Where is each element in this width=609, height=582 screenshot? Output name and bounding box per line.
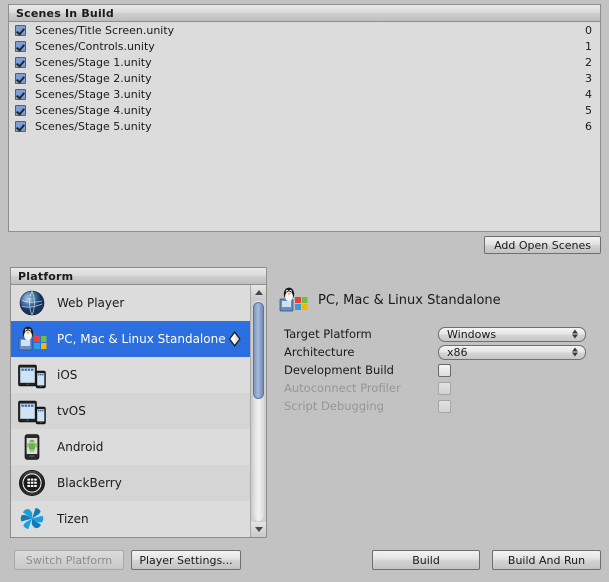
setting-label: Script Debugging [284, 399, 384, 413]
scene-index-label: 6 [585, 119, 592, 133]
autoconnect-profiler-checkbox [438, 381, 451, 395]
android-icon [17, 432, 47, 462]
platform-label: BlackBerry [57, 476, 122, 490]
architecture-dropdown[interactable]: x86 [438, 344, 586, 360]
tizen-icon [17, 504, 47, 534]
platform-row-android[interactable]: Android [11, 429, 250, 465]
platform-header: Platform [11, 268, 266, 285]
scene-path-label: Scenes/Controls.unity [35, 39, 155, 53]
scene-path-label: Scenes/Stage 1.unity [35, 55, 152, 69]
scene-row[interactable]: Scenes/Title Screen.unity 0 [9, 22, 600, 38]
platform-panel: Platform Web Player PC, Mac & Linux Stan… [10, 267, 267, 538]
setting-row: Target Platform Windows [278, 325, 603, 343]
settings-field-list: Target Platform Windows Architecture x86 Dev… [278, 325, 603, 415]
add-open-scenes-button[interactable]: Add Open Scenes [484, 236, 601, 254]
scene-index-label: 4 [585, 87, 592, 101]
setting-label: Autoconnect Profiler [284, 381, 401, 395]
scenes-in-build-header: Scenes In Build [9, 5, 600, 22]
setting-label: Architecture [284, 345, 355, 359]
dropdown-value: x86 [447, 345, 468, 359]
scene-index-label: 0 [585, 23, 592, 37]
build-and-run-button[interactable]: Build And Run [492, 550, 601, 570]
scenes-in-build-panel: Scenes In Build Scenes/Title Screen.unit… [8, 4, 601, 232]
chevron-updown-icon [572, 329, 578, 339]
scene-path-label: Scenes/Stage 2.unity [35, 71, 152, 85]
setting-label: Development Build [284, 363, 394, 377]
scene-path-label: Scenes/Title Screen.unity [35, 23, 175, 37]
platform-label: Android [57, 440, 104, 454]
scene-row[interactable]: Scenes/Stage 2.unity 3 [9, 70, 600, 86]
setting-label: Target Platform [284, 327, 372, 341]
settings-title-label: PC, Mac & Linux Standalone [318, 292, 501, 308]
platform-row-web-player[interactable]: Web Player [11, 285, 250, 321]
scene-path-label: Scenes/Stage 3.unity [35, 87, 152, 101]
platform-label: Tizen [57, 512, 89, 526]
scene-list[interactable]: Scenes/Title Screen.unity 0 Scenes/Control… [9, 22, 600, 231]
setting-row: Development Build [278, 361, 603, 379]
development-build-checkbox[interactable] [438, 363, 451, 377]
scene-enabled-checkbox[interactable] [15, 72, 26, 84]
script-debugging-checkbox [438, 399, 451, 413]
scene-row[interactable]: Scenes/Stage 1.unity 2 [9, 54, 600, 70]
scene-enabled-checkbox[interactable] [15, 56, 26, 68]
build-button[interactable]: Build [372, 550, 480, 570]
scrollbar-thumb[interactable] [253, 302, 264, 399]
platform-row-ios[interactable]: iOS [11, 357, 250, 393]
target-platform-dropdown[interactable]: Windows [438, 326, 586, 342]
scene-enabled-checkbox[interactable] [15, 104, 26, 116]
scene-path-label: Scenes/Stage 5.unity [35, 119, 152, 133]
scene-index-label: 5 [585, 103, 592, 117]
switch-platform-button[interactable]: Switch Platform [14, 550, 124, 570]
dropdown-value: Windows [447, 327, 497, 341]
standalone-icon [17, 324, 47, 354]
unity-active-platform-icon [225, 330, 244, 349]
scene-enabled-checkbox[interactable] [15, 120, 26, 132]
tvos-icon [17, 396, 47, 426]
setting-row: Script Debugging [278, 397, 603, 415]
scene-row[interactable]: Scenes/Stage 4.unity 5 [9, 102, 600, 118]
platform-row-pc-mac-linux-standalone[interactable]: PC, Mac & Linux Standalone [11, 321, 250, 357]
scene-index-label: 3 [585, 71, 592, 85]
web-player-icon [17, 288, 47, 318]
platform-label: tvOS [57, 404, 86, 418]
scene-row[interactable]: Scenes/Controls.unity 1 [9, 38, 600, 54]
platform-label: PC, Mac & Linux Standalone [57, 332, 226, 346]
scene-enabled-checkbox[interactable] [15, 40, 26, 52]
scene-index-label: 2 [585, 55, 592, 69]
chevron-updown-icon [572, 347, 578, 357]
scene-row[interactable]: Scenes/Stage 3.unity 4 [9, 86, 600, 102]
ios-icon [17, 360, 47, 390]
scroll-down-arrow-icon[interactable] [251, 522, 266, 537]
scene-path-label: Scenes/Stage 4.unity [35, 103, 152, 117]
scroll-up-arrow-icon[interactable] [251, 285, 266, 300]
platform-row-tizen[interactable]: Tizen [11, 501, 250, 537]
platform-list[interactable]: Web Player PC, Mac & Linux Standalone iO… [11, 285, 250, 537]
scene-enabled-checkbox[interactable] [15, 88, 26, 100]
setting-row: Architecture x86 [278, 343, 603, 361]
platform-row-blackberry[interactable]: BlackBerry [11, 465, 250, 501]
standalone-icon [278, 285, 308, 315]
blackberry-icon [17, 468, 47, 498]
scene-row[interactable]: Scenes/Stage 5.unity 6 [9, 118, 600, 134]
platform-scrollbar[interactable] [250, 285, 266, 537]
platform-label: iOS [57, 368, 78, 382]
platform-label: Web Player [57, 296, 125, 310]
settings-title-row: PC, Mac & Linux Standalone [278, 283, 603, 317]
setting-row: Autoconnect Profiler [278, 379, 603, 397]
platform-row-tvos[interactable]: tvOS [11, 393, 250, 429]
player-settings-button[interactable]: Player Settings... [131, 550, 241, 570]
scene-index-label: 1 [585, 39, 592, 53]
platform-settings-panel: PC, Mac & Linux Standalone Target Platfo… [278, 283, 603, 433]
scene-enabled-checkbox[interactable] [15, 24, 26, 36]
